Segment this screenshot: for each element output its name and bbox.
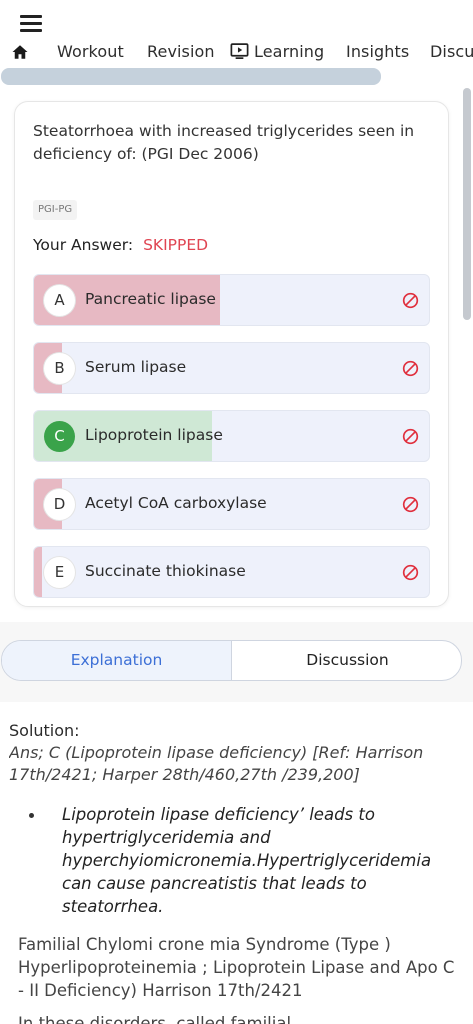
play-screen-icon [230, 43, 249, 59]
tab-insights[interactable]: Insights [346, 40, 409, 64]
tab-discuss[interactable]: Discu [430, 40, 473, 64]
solution-bullet-text: Lipoprotein lipase deficiency’ leads to … [62, 805, 432, 916]
home-icon[interactable] [11, 43, 29, 61]
not-allowed-icon [402, 564, 419, 581]
option-text: Acetyl CoA carboxylase [85, 494, 267, 512]
option-b[interactable]: B Serum lipase [33, 342, 430, 394]
menu-icon[interactable] [20, 14, 42, 32]
solution-answer-line-1: Ans; C (Lipoprotein lipase deficiency) [… [9, 743, 424, 762]
option-text: Serum lipase [85, 358, 187, 376]
tab-explanation[interactable]: Explanation [2, 641, 232, 680]
question-text: Steatorrhoea with increased triglyceride… [33, 122, 415, 163]
option-d[interactable]: D Acetyl CoA carboxylase [33, 478, 430, 530]
tab-learning-label: Learning [254, 42, 325, 61]
solution-bullet: Lipoprotein lipase deficiency’ leads to … [9, 803, 464, 923]
tab-learning[interactable]: Learning [230, 40, 324, 64]
tab-discussion[interactable]: Discussion [232, 641, 461, 680]
option-response-bar [34, 547, 42, 597]
solution-block: Solution: Ans; C (Lipoprotein lipase def… [9, 720, 459, 786]
top-bar: Workout Revision Learning Insights Discu [0, 0, 473, 88]
your-answer: Your Answer: SKIPPED [33, 236, 208, 254]
horizontal-scrollbar[interactable] [1, 68, 381, 85]
exam-tag: PGI-PG [33, 200, 78, 220]
option-e[interactable]: E Succinate thiokinase [33, 546, 430, 598]
your-answer-value: SKIPPED [143, 236, 209, 254]
option-a[interactable]: A Pancreatic lipase [33, 274, 430, 326]
solution-paragraph: Familial Chylomi crone mia Syndrome (Typ… [18, 935, 455, 1000]
option-c[interactable]: C Lipoprotein lipase [33, 410, 430, 462]
explanation-discussion-toggle: Explanation Discussion [1, 640, 462, 681]
option-letter: A [44, 285, 75, 316]
option-letter: D [44, 489, 75, 520]
option-text: Pancreatic lipase [85, 290, 216, 308]
not-allowed-icon [402, 496, 419, 513]
not-allowed-icon [402, 292, 419, 309]
solution-label: Solution: [9, 721, 80, 740]
tab-workout[interactable]: Workout [57, 40, 124, 64]
nav-tabs: Workout Revision Learning Insights Discu [0, 40, 473, 66]
tab-revision[interactable]: Revision [147, 40, 215, 64]
solution-answer-line-2: 17th/2421; Harper 28th/460,27th /239,200… [9, 765, 360, 784]
option-text: Lipoprotein lipase [85, 426, 223, 444]
question-card: Steatorrhoea with increased triglyceride… [14, 101, 449, 607]
not-allowed-icon [402, 360, 419, 377]
bullet-dot [29, 813, 34, 818]
option-letter: E [44, 557, 75, 588]
option-text: Succinate thiokinase [85, 562, 246, 580]
not-allowed-icon [402, 428, 419, 445]
option-letter: B [44, 353, 75, 384]
option-letter: C [44, 421, 75, 452]
your-answer-label: Your Answer: [33, 236, 134, 254]
vertical-scrollbar[interactable] [463, 88, 471, 320]
solution-next-line: In these disorders, called familial [18, 1014, 292, 1024]
